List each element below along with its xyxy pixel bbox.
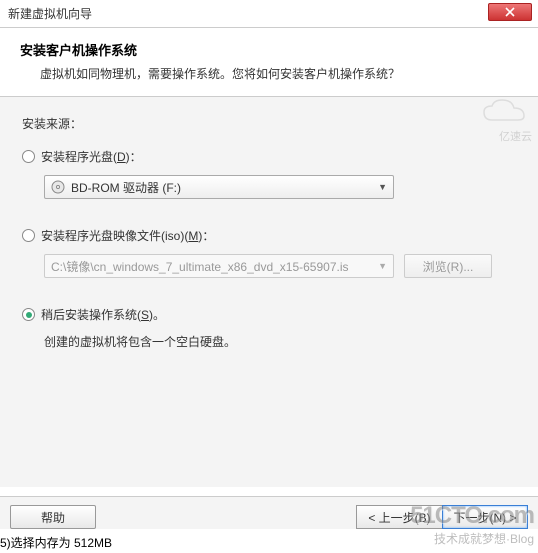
browse-button[interactable]: 浏览(R)... xyxy=(404,254,492,278)
header-subtitle: 虚拟机如同物理机，需要操作系统。您将如何安装客户机操作系统？ xyxy=(20,65,518,82)
option-iso-file[interactable]: 安装程序光盘映像文件(iso)(M)： xyxy=(22,227,516,244)
wizard-header: 安装客户机操作系统 虚拟机如同物理机，需要操作系统。您将如何安装客户机操作系统？ xyxy=(0,28,538,97)
back-button[interactable]: < 上一步(B) xyxy=(356,505,442,529)
disc-icon xyxy=(51,180,65,194)
disc-combo-text: BD-ROM 驱动器 (F:) xyxy=(71,179,378,196)
close-button[interactable] xyxy=(488,3,532,21)
option-install-later[interactable]: 稍后安装操作系统(S)。 xyxy=(22,306,516,323)
option-disc-label: 安装程序光盘(D)： xyxy=(41,148,142,165)
chevron-down-icon: ▼ xyxy=(378,261,387,271)
watermark-cloud-text: 亿速云 xyxy=(499,128,532,144)
header-title: 安装客户机操作系统 xyxy=(20,40,518,59)
iso-path-text: C:\镜像\cn_windows_7_ultimate_x86_dvd_x15-… xyxy=(51,258,378,275)
disc-drive-combobox[interactable]: BD-ROM 驱动器 (F:) ▼ xyxy=(44,175,394,199)
iso-row: C:\镜像\cn_windows_7_ultimate_x86_dvd_x15-… xyxy=(44,254,516,278)
blank-disk-hint: 创建的虚拟机将包含一个空白硬盘。 xyxy=(44,333,516,350)
option-later-label: 稍后安装操作系统(S)。 xyxy=(41,306,165,323)
radio-checked-icon xyxy=(22,308,35,321)
close-icon xyxy=(505,7,515,17)
radio-icon xyxy=(22,229,35,242)
next-button[interactable]: 下一步(N) > xyxy=(442,505,528,529)
titlebar: 新建虚拟机向导 xyxy=(0,0,538,28)
option-installer-disc[interactable]: 安装程序光盘(D)： xyxy=(22,148,516,165)
help-button[interactable]: 帮助 xyxy=(10,505,96,529)
chevron-down-icon: ▼ xyxy=(378,182,387,192)
watermark-cloud-icon xyxy=(480,98,528,128)
radio-icon xyxy=(22,150,35,163)
wizard-content: 安装来源： 安装程序光盘(D)： BD-ROM 驱动器 (F:) ▼ 安装程序光… xyxy=(0,97,538,487)
iso-path-combobox[interactable]: C:\镜像\cn_windows_7_ultimate_x86_dvd_x15-… xyxy=(44,254,394,278)
step-caption: 5)选择内存为 512MB xyxy=(0,534,112,551)
watermark-sub: 技术成就梦想·Blog xyxy=(410,530,534,547)
option-iso-label: 安装程序光盘映像文件(iso)(M)： xyxy=(41,227,214,244)
wizard-footer: 帮助 < 上一步(B) 下一步(N) > xyxy=(0,496,538,529)
source-label: 安装来源： xyxy=(22,115,516,132)
window-title: 新建虚拟机向导 xyxy=(8,5,92,22)
nav-buttons: < 上一步(B) 下一步(N) > xyxy=(356,505,528,529)
